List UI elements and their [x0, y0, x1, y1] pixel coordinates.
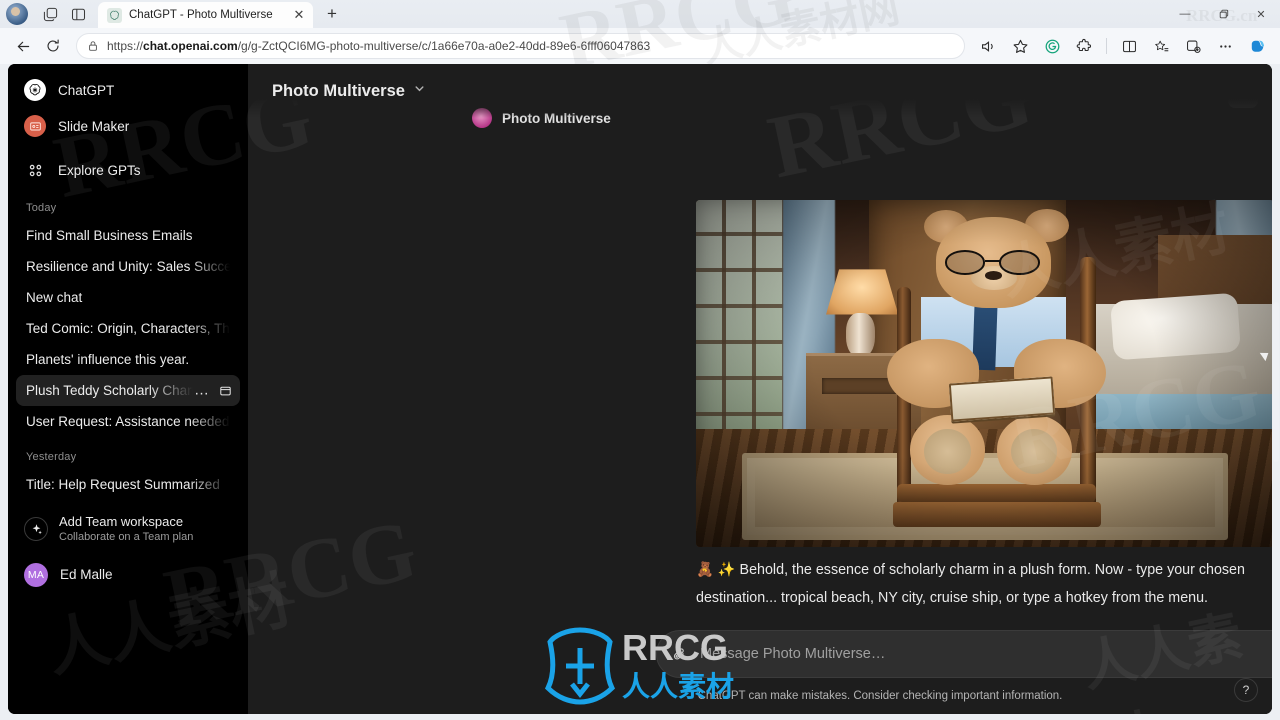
browser-sidebar-icon[interactable]: [64, 2, 92, 26]
chevron-down-icon[interactable]: [413, 82, 426, 100]
add-team-workspace-button[interactable]: Add Team workspace Collaborate on a Team…: [16, 508, 240, 551]
page-scrollbar[interactable]: [1273, 64, 1279, 714]
sidebar-item-slide-maker[interactable]: Slide Maker: [16, 108, 240, 144]
conversation-pane: Photo Multiverse Photo Multiverse 🧸 ✨ Be…: [248, 64, 1272, 714]
sidebar-chat-item[interactable]: Resilience and Unity: Sales Success: [16, 251, 240, 282]
chatgpt-icon: [107, 7, 122, 23]
page-title[interactable]: Photo Multiverse: [272, 82, 405, 101]
paperclip-icon[interactable]: [671, 646, 688, 663]
close-window-button[interactable]: ✕: [1242, 0, 1280, 28]
tab-strip: ChatGPT - Photo Multiverse ✕ + — ✕: [0, 0, 1280, 28]
sidebar-chat-item[interactable]: New chat: [16, 282, 240, 313]
toolbar-divider: [1106, 38, 1107, 54]
address-bar-url: https://chat.openai.com/g/g-ZctQCI6MG-ph…: [107, 39, 651, 53]
sidebar: ChatGPT Slide Maker Explore GPTs Today F…: [8, 64, 248, 714]
disclaimer-text: ChatGPT can make mistakes. Consider chec…: [697, 690, 1063, 702]
explore-gpts-grid-icon: [24, 159, 46, 181]
slide-maker-icon: [24, 115, 46, 137]
conversation-header: Photo Multiverse: [248, 64, 1272, 118]
sidebar-item-label: Explore GPTs: [58, 162, 141, 178]
profile-avatar-icon[interactable]: [6, 3, 28, 25]
address-bar[interactable]: https://chat.openai.com/g/g-ZctQCI6MG-ph…: [76, 33, 965, 59]
new-tab-button[interactable]: +: [319, 2, 345, 26]
chat-title: Ted Comic: Origin, Characters, Themes: [26, 321, 230, 336]
sidebar-item-explore-gpts[interactable]: Explore GPTs: [16, 152, 240, 188]
sidebar-group-label-yesterday: Yesterday: [26, 451, 77, 463]
chatgpt-logo-icon: [24, 79, 46, 101]
browser-toolbar: https://chat.openai.com/g/g-ZctQCI6MG-ph…: [0, 28, 1280, 64]
chatgpt-app: ChatGPT Slide Maker Explore GPTs Today F…: [8, 64, 1272, 714]
read-aloud-icon[interactable]: [973, 32, 1003, 60]
image-layer-vignette: [696, 200, 1272, 547]
lock-icon: [87, 40, 99, 52]
message-input[interactable]: [688, 646, 1272, 662]
assistant-message-text: 🧸 ✨ Behold, the essence of scholarly cha…: [696, 562, 1245, 606]
sidebar-chat-item[interactable]: Title: Help Request Summarized: [16, 469, 240, 500]
refresh-icon[interactable]: [38, 32, 68, 60]
sparkle-icon: [24, 517, 48, 542]
copilot-icon[interactable]: [1242, 32, 1272, 60]
minimize-button[interactable]: —: [1166, 0, 1204, 28]
message-thread: Photo Multiverse 🧸 ✨ Behold, the essence…: [248, 64, 1272, 714]
browser-tab[interactable]: ChatGPT - Photo Multiverse ✕: [98, 2, 313, 28]
tab-title: ChatGPT - Photo Multiverse: [129, 9, 273, 21]
message-composer[interactable]: [656, 630, 1272, 678]
archive-icon[interactable]: [219, 384, 232, 397]
generated-image[interactable]: [696, 200, 1272, 547]
composer-area: ChatGPT can make mistakes. Consider chec…: [488, 622, 1272, 714]
browser-window: ChatGPT - Photo Multiverse ✕ + — ✕ https…: [0, 0, 1280, 720]
tab-actions-icon[interactable]: [36, 2, 64, 26]
sidebar-item-label: Slide Maker: [58, 118, 130, 134]
team-subtitle: Collaborate on a Team plan: [59, 531, 194, 544]
sidebar-chat-item[interactable]: Ted Comic: Origin, Characters, Themes: [16, 313, 240, 344]
user-account-button[interactable]: MA Ed Malle: [16, 557, 240, 593]
sidebar-item-label: ChatGPT: [58, 82, 115, 98]
sidebar-chat-item[interactable]: Planets' influence this year.: [16, 344, 240, 375]
user-name: Ed Malle: [60, 567, 113, 583]
collections-icon[interactable]: [1178, 32, 1208, 60]
chat-more-options-icon[interactable]: …: [194, 383, 210, 398]
sidebar-item-chatgpt[interactable]: ChatGPT: [16, 72, 240, 108]
chat-title: New chat: [26, 290, 83, 305]
avatar: MA: [24, 562, 48, 587]
chat-title: Resilience and Unity: Sales Success: [26, 259, 230, 274]
maximize-button[interactable]: [1204, 0, 1242, 28]
sidebar-group-label-today: Today: [26, 202, 57, 214]
help-button[interactable]: ?: [1234, 678, 1258, 702]
chat-title: User Request: Assistance needed: [26, 414, 230, 429]
star-icon[interactable]: [1005, 32, 1035, 60]
tab-close-icon[interactable]: ✕: [291, 7, 307, 23]
scrollbar-thumb[interactable]: [1273, 302, 1279, 462]
favorites-star-list-icon[interactable]: [1146, 32, 1176, 60]
sidebar-chat-item[interactable]: Find Small Business Emails: [16, 220, 240, 251]
chat-title: Find Small Business Emails: [26, 228, 193, 243]
split-screen-icon[interactable]: [1114, 32, 1144, 60]
sidebar-chat-item-active[interactable]: Plush Teddy Scholarly Charm …: [16, 375, 240, 406]
sidebar-chat-item[interactable]: User Request: Assistance needed: [16, 406, 240, 437]
grammarly-icon[interactable]: [1037, 32, 1067, 60]
chat-title: Title: Help Request Summarized: [26, 477, 220, 492]
chat-title: Planets' influence this year.: [26, 352, 190, 367]
chat-row-actions: …: [194, 383, 232, 398]
toolbar-actions: [973, 32, 1272, 60]
window-controls: — ✕: [1166, 0, 1280, 28]
back-arrow-icon[interactable]: [8, 32, 38, 60]
team-title: Add Team workspace: [59, 514, 184, 529]
settings-ellipsis-icon[interactable]: [1210, 32, 1240, 60]
extensions-puzzle-icon[interactable]: [1069, 32, 1099, 60]
